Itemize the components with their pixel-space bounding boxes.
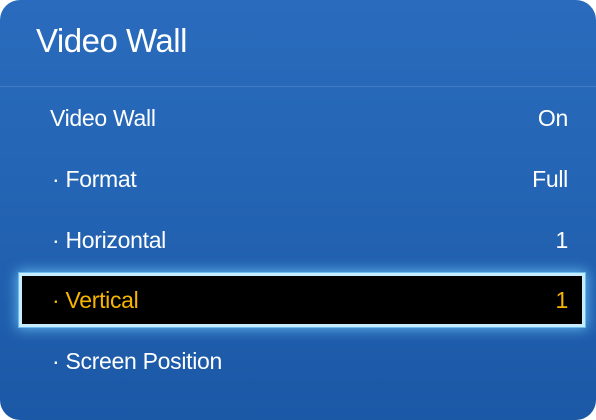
video-wall-menu-panel: Video Wall Video Wall On · Format Full ·… (0, 0, 596, 420)
menu-item-label: Video Wall (50, 104, 156, 131)
menu-item-label: · Screen Position (52, 347, 223, 374)
menu-item-vertical[interactable]: · Vertical 1 (19, 273, 585, 327)
title-divider (0, 86, 596, 87)
menu-item-horizontal[interactable]: · Horizontal 1 (22, 216, 582, 264)
menu-item-video-wall[interactable]: Video Wall On (22, 94, 582, 142)
menu-item-label: · Horizontal (52, 226, 166, 253)
menu-item-label: · Format (52, 165, 137, 192)
menu-item-format[interactable]: · Format Full (22, 155, 582, 203)
menu-item-value: 1 (555, 226, 569, 253)
menu-item-value: 1 (555, 286, 569, 313)
menu-item-screen-position[interactable]: · Screen Position (22, 337, 582, 385)
menu-item-value: Full (532, 165, 568, 192)
menu-item-value: On (537, 104, 568, 131)
menu-item-label: · Vertical (52, 286, 139, 313)
menu-title: Video Wall (36, 22, 187, 59)
